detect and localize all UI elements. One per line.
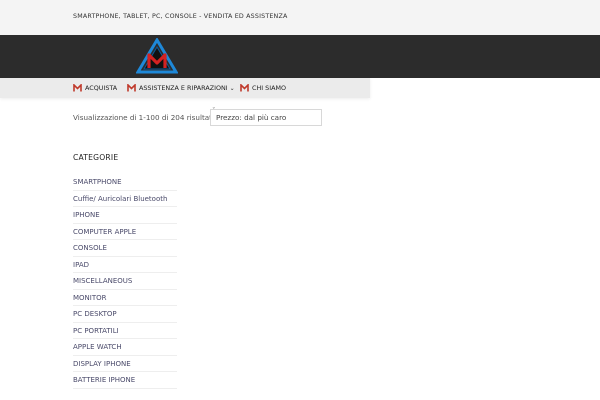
site-tagline: SMARTPHONE, TABLET, PC, CONSOLE - VENDIT…	[73, 13, 288, 20]
brand-m-icon	[73, 84, 82, 92]
sort-caret-icon: ˇ	[212, 107, 216, 115]
brand-m-icon	[240, 84, 249, 92]
main-navigation: ACQUISTA ASSISTENZA E RIPARAZIONI ⌄ CHI …	[0, 78, 370, 98]
nav-item-label: ACQUISTA	[85, 84, 118, 92]
chevron-down-icon: ⌄	[229, 84, 235, 92]
category-item-iphone[interactable]: IPHONE	[73, 207, 177, 224]
nav-item-acquista[interactable]: ACQUISTA	[73, 78, 117, 98]
top-bar: SMARTPHONE, TABLET, PC, CONSOLE - VENDIT…	[0, 0, 600, 35]
nav-item-label: ASSISTENZA E RIPARAZIONI	[139, 84, 228, 92]
category-item-computer-apple[interactable]: COMPUTER APPLE	[73, 224, 177, 240]
category-item-console[interactable]: CONSOLE	[73, 240, 177, 257]
category-item-pc-portatili[interactable]: PC PORTATILI	[73, 323, 177, 339]
category-item-cuffie[interactable]: Cuffie/ Auricolari Bluetooth	[73, 191, 177, 207]
site-logo[interactable]	[136, 38, 178, 76]
brand-m-icon	[127, 84, 136, 92]
categories-title: CATEGORIE	[73, 153, 119, 162]
category-list: SMARTPHONE Cuffie/ Auricolari Bluetooth …	[73, 174, 177, 389]
category-item-pc-desktop[interactable]: PC DESKTOP	[73, 306, 177, 323]
nav-item-chi-siamo[interactable]: CHI SIAMO	[240, 78, 286, 98]
category-item-smartphone[interactable]: SMARTPHONE	[73, 174, 177, 191]
nav-item-assistenza[interactable]: ASSISTENZA E RIPARAZIONI ⌄	[127, 78, 235, 98]
category-item-ipad[interactable]: IPAD	[73, 257, 177, 273]
category-item-monitor[interactable]: MONITOR	[73, 290, 177, 306]
category-item-display-iphone[interactable]: DISPLAY IPHONE	[73, 356, 177, 372]
sort-select[interactable]: Prezzo: dal più caro	[210, 109, 322, 126]
results-count: Visualizzazione di 1-100 di 204 risultat…	[73, 113, 214, 122]
nav-item-label: CHI SIAMO	[252, 84, 287, 92]
category-item-batterie-iphone[interactable]: BATTERIE IPHONE	[73, 372, 177, 389]
category-item-apple-watch[interactable]: APPLE WATCH	[73, 339, 177, 356]
site-header	[0, 35, 600, 78]
category-item-miscellaneous[interactable]: MISCELLANEOUS	[73, 273, 177, 290]
